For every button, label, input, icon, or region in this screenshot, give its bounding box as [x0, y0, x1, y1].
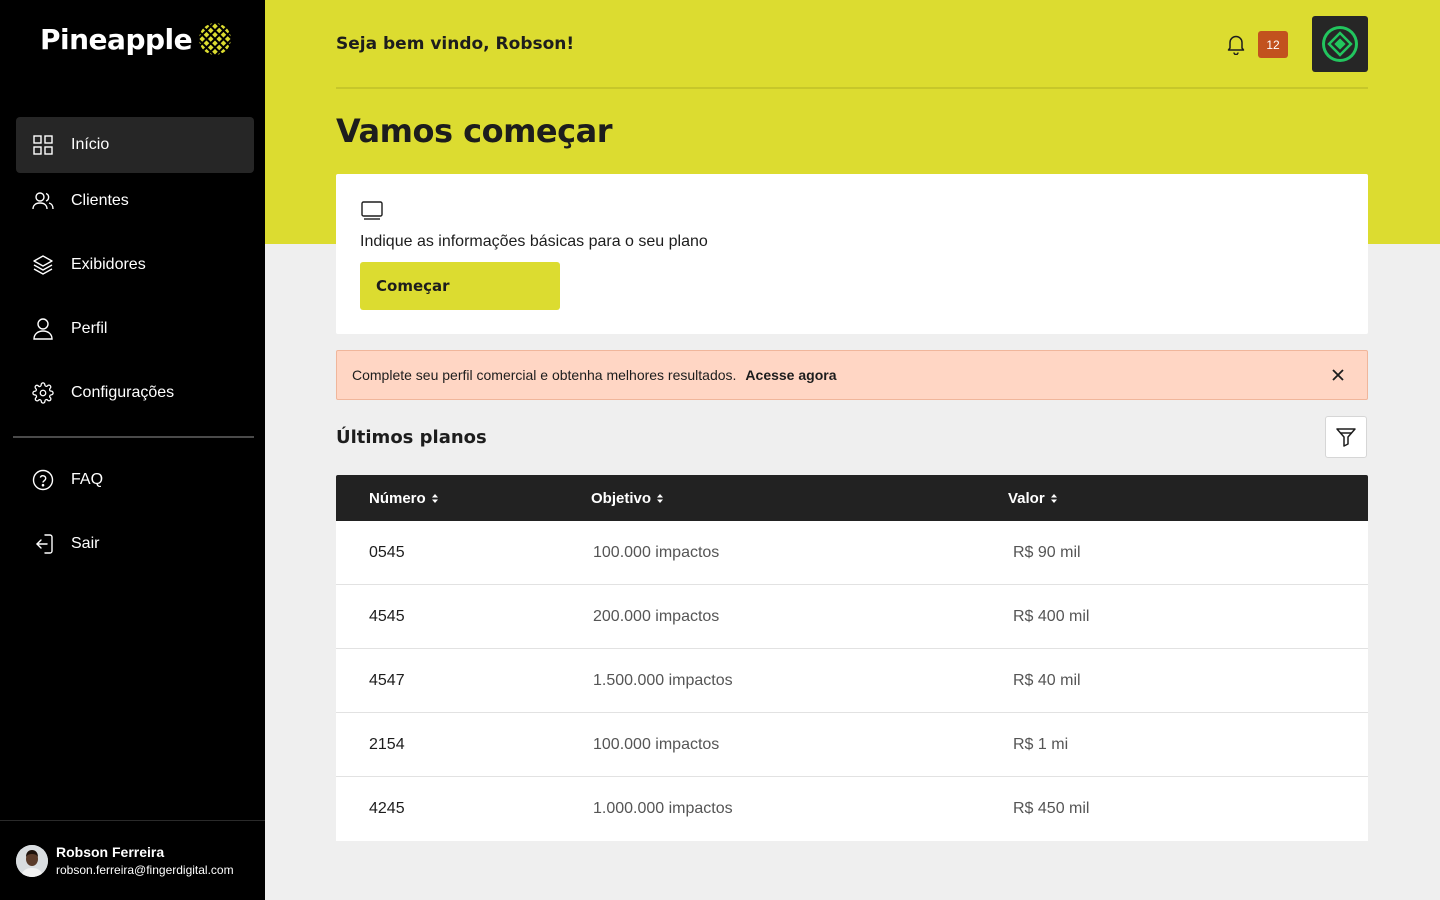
cell-numero: 2154	[369, 735, 405, 753]
sort-icon	[1050, 493, 1057, 503]
table-row[interactable]: 4547 1.500.000 impactos R$ 40 mil	[336, 649, 1368, 713]
column-header-label: Objetivo	[591, 489, 652, 507]
avatar-image	[16, 844, 48, 877]
cell-valor: R$ 400 mil	[1013, 607, 1090, 625]
sort-icon	[431, 493, 438, 503]
cell-valor: R$ 90 mil	[1013, 543, 1081, 561]
sidebar-item-label: Configurações	[71, 384, 175, 401]
user-profile[interactable]: Robson Ferreira robson.ferreira@fingerdi…	[0, 820, 265, 900]
table-row[interactable]: 2154 100.000 impactos R$ 1 mi	[336, 713, 1368, 777]
column-header-numero[interactable]: Número	[369, 490, 591, 507]
pineapple-logo-icon	[199, 23, 232, 55]
logout-icon	[32, 533, 54, 555]
alert-link[interactable]: Acesse agora	[745, 367, 836, 383]
sidebar-item-configuracoes[interactable]: Configurações	[16, 365, 254, 421]
cell-objetivo: 1.000.000 impactos	[593, 800, 733, 817]
help-circle-icon	[32, 469, 54, 491]
notification-bell-icon[interactable]	[1225, 33, 1247, 56]
header-divider	[336, 87, 1368, 89]
layers-icon	[32, 254, 54, 276]
user-icon	[32, 318, 54, 340]
column-header-label: Valor	[1008, 489, 1045, 507]
sidebar-item-clientes[interactable]: Clientes	[16, 173, 254, 229]
alert-text: Complete seu perfil comercial e obtenha …	[352, 367, 737, 383]
cell-numero: 0545	[369, 543, 405, 561]
sidebar: Pineapple Início Clientes Exibidores Per…	[0, 0, 265, 900]
logo-text: Pineapple	[40, 22, 193, 56]
section-title: Últimos planos	[336, 427, 487, 448]
cell-objetivo: 200.000 impactos	[593, 607, 720, 625]
start-button[interactable]: Começar	[360, 262, 560, 310]
sidebar-item-perfil[interactable]: Perfil	[16, 301, 254, 357]
cell-valor: R$ 40 mil	[1013, 671, 1081, 689]
profile-alert: Complete seu perfil comercial e obtenha …	[336, 350, 1368, 400]
account-menu-button[interactable]	[1312, 16, 1368, 72]
gear-icon	[32, 382, 54, 404]
card-description: Indique as informações básicas para o se…	[360, 233, 708, 250]
logo[interactable]: Pineapple	[40, 22, 232, 56]
start-plan-card: Indique as informações básicas para o se…	[336, 174, 1368, 334]
sidebar-secondary-nav: FAQ Sair	[16, 452, 254, 572]
page-title: Vamos começar	[336, 112, 612, 150]
user-email: robson.ferreira@fingerdigital.com	[56, 863, 234, 877]
column-header-valor[interactable]: Valor	[1008, 490, 1308, 507]
sidebar-item-label: Início	[71, 136, 110, 153]
brand-logo-icon	[1322, 26, 1358, 62]
close-icon[interactable]	[1329, 366, 1347, 384]
sidebar-item-exibidores[interactable]: Exibidores	[16, 237, 254, 293]
notification-count-badge[interactable]: 12	[1258, 31, 1288, 58]
column-header-objetivo[interactable]: Objetivo	[591, 490, 1008, 507]
sort-icon	[657, 493, 664, 503]
sidebar-item-label: Sair	[71, 535, 100, 552]
sidebar-item-faq[interactable]: FAQ	[16, 452, 254, 508]
avatar	[16, 844, 48, 877]
monitor-icon	[361, 201, 383, 220]
grid-icon	[32, 134, 54, 156]
cell-valor: R$ 1 mi	[1013, 735, 1069, 753]
cell-numero: 4245	[369, 800, 405, 817]
users-icon	[32, 190, 54, 212]
user-name: Robson Ferreira	[56, 844, 165, 860]
cell-numero: 4545	[369, 607, 405, 625]
cell-objetivo: 100.000 impactos	[593, 543, 720, 561]
sidebar-item-label: Exibidores	[71, 256, 146, 273]
welcome-message: Seja bem vindo, Robson!	[336, 34, 575, 54]
cell-numero: 4547	[369, 671, 405, 689]
sidebar-divider	[13, 436, 254, 438]
table-header: Número Objetivo Valor	[336, 475, 1368, 521]
sidebar-nav: Início Clientes Exibidores Perfil Config…	[16, 117, 254, 421]
cell-objetivo: 1.500.000 impactos	[593, 671, 733, 689]
table-row[interactable]: 4245 1.000.000 impactos R$ 450 mil	[336, 777, 1368, 841]
sidebar-item-label: Clientes	[71, 192, 129, 209]
cell-valor: R$ 450 mil	[1013, 800, 1090, 817]
table-row[interactable]: 0545 100.000 impactos R$ 90 mil	[336, 521, 1368, 585]
sidebar-item-sair[interactable]: Sair	[16, 516, 254, 572]
column-header-label: Número	[369, 489, 426, 507]
sidebar-item-label: FAQ	[71, 471, 104, 488]
cell-objetivo: 100.000 impactos	[593, 735, 720, 753]
sidebar-item-label: Perfil	[71, 320, 108, 337]
filter-icon	[1336, 428, 1356, 447]
table-row[interactable]: 4545 200.000 impactos R$ 400 mil	[336, 585, 1368, 649]
filter-button[interactable]	[1325, 416, 1367, 458]
plans-table: Número Objetivo Valor 0545 100.000 impac…	[336, 475, 1368, 841]
sidebar-item-inicio[interactable]: Início	[16, 117, 254, 173]
